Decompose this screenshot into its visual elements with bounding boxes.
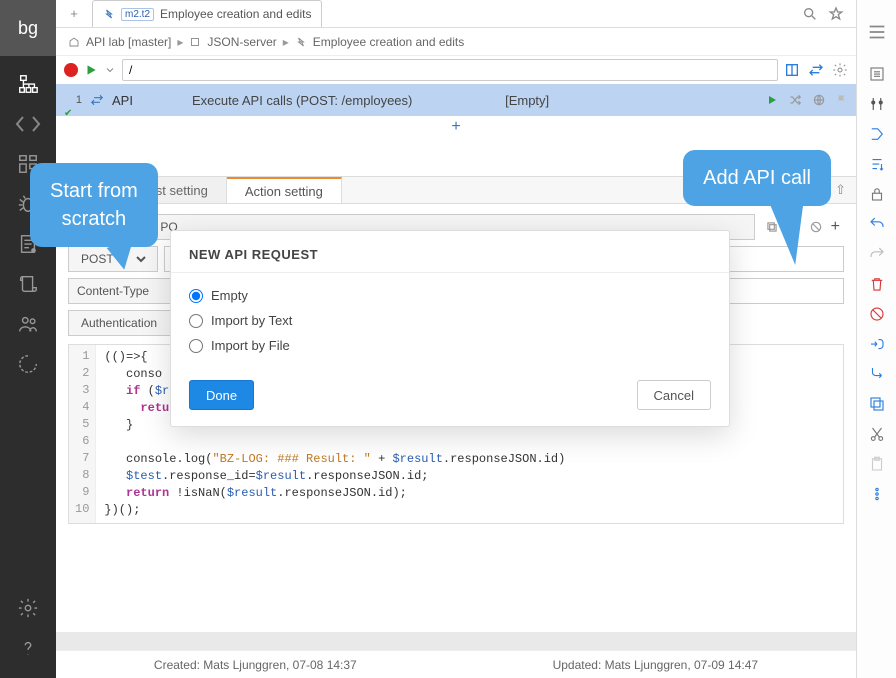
- step-globe-icon[interactable]: [812, 93, 826, 107]
- scroll-icon[interactable]: [0, 264, 56, 304]
- step-number: 1✔: [64, 94, 82, 106]
- bottom-bar: [56, 632, 856, 650]
- line-gutter: 12345678910: [69, 345, 96, 523]
- swap-small-icon: [90, 93, 104, 107]
- crumb-3[interactable]: Employee creation and edits: [313, 35, 464, 49]
- add-step-button[interactable]: +: [56, 116, 856, 138]
- redo-icon[interactable]: [857, 242, 896, 266]
- new-api-request-modal: NEW API REQUEST Empty Import by Text Imp…: [170, 230, 730, 427]
- step-shuffle-icon[interactable]: [788, 93, 802, 107]
- right-sidebar: [856, 0, 896, 678]
- step-play-icon[interactable]: [766, 94, 778, 106]
- step-description: Execute API calls (POST: /employees): [192, 93, 505, 108]
- gear-icon[interactable]: [832, 62, 848, 78]
- flow-right-icon[interactable]: [857, 332, 896, 356]
- step-type: API: [112, 93, 192, 108]
- play-options[interactable]: [104, 64, 116, 76]
- created-label: Created: Mats Ljunggren, 07-08 14:37: [154, 658, 357, 672]
- tab-action-setting[interactable]: Action setting: [227, 177, 342, 203]
- nav-back-forward[interactable]: [0, 104, 56, 144]
- sort-icon[interactable]: [857, 152, 896, 176]
- step-value: [Empty]: [505, 93, 766, 108]
- updated-label: Updated: Mats Ljunggren, 07-09 14:47: [553, 658, 758, 672]
- swap-icon[interactable]: [808, 62, 824, 78]
- footer: Created: Mats Ljunggren, 07-08 14:37 Upd…: [56, 650, 856, 678]
- layout-icon[interactable]: [784, 62, 800, 78]
- help-icon[interactable]: [0, 628, 56, 668]
- done-button[interactable]: Done: [189, 380, 254, 410]
- app-logo[interactable]: bg: [0, 0, 56, 56]
- option-import-file[interactable]: Import by File: [189, 333, 711, 358]
- copy-icon[interactable]: [857, 392, 896, 416]
- undo-icon[interactable]: [857, 212, 896, 236]
- flow-down-icon[interactable]: [857, 362, 896, 386]
- callout-start-scratch: Start fromscratch: [30, 163, 158, 247]
- new-tab-button[interactable]: +: [62, 0, 86, 27]
- callout-add-api: Add API call: [683, 150, 831, 206]
- step-flag-icon[interactable]: [836, 93, 848, 107]
- breadcrumb: API lab [master] ▸ JSON-server ▸ Employe…: [56, 28, 856, 56]
- star-icon[interactable]: [828, 6, 844, 22]
- path-input[interactable]: [122, 59, 778, 81]
- sitemap-icon[interactable]: [0, 64, 56, 104]
- record-button[interactable]: [64, 63, 78, 77]
- tab-employee-creation[interactable]: m2.t2 Employee creation and edits: [92, 0, 322, 27]
- menu-icon[interactable]: [857, 8, 896, 56]
- tab-bar: + m2.t2 Employee creation and edits: [56, 0, 856, 28]
- test-step-row[interactable]: 1✔ API Execute API calls (POST: /employe…: [56, 84, 856, 116]
- branch-icon[interactable]: [857, 122, 896, 146]
- trash-icon[interactable]: [857, 272, 896, 296]
- search-icon[interactable]: [802, 6, 818, 22]
- cut-icon[interactable]: [857, 422, 896, 446]
- tab-badge: m2.t2: [121, 8, 154, 21]
- add-request-icon[interactable]: +: [831, 218, 840, 236]
- users-icon[interactable]: [0, 304, 56, 344]
- cancel-button[interactable]: Cancel: [637, 380, 711, 410]
- crumb-1[interactable]: API lab [master]: [86, 35, 171, 49]
- more-icon[interactable]: [857, 482, 896, 506]
- option-empty[interactable]: Empty: [189, 283, 711, 308]
- modal-title: NEW API REQUEST: [171, 231, 729, 272]
- run-bar: [56, 56, 856, 84]
- play-button[interactable]: [84, 63, 98, 77]
- left-sidebar: bg: [0, 0, 56, 678]
- settings-icon[interactable]: [0, 588, 56, 628]
- list-icon[interactable]: [857, 62, 896, 86]
- tab-label: Employee creation and edits: [160, 7, 311, 21]
- option-import-text[interactable]: Import by Text: [189, 308, 711, 333]
- lock-icon[interactable]: [857, 182, 896, 206]
- sliders-icon[interactable]: [857, 92, 896, 116]
- disable-icon[interactable]: [857, 302, 896, 326]
- crumb-2[interactable]: JSON-server: [207, 35, 276, 49]
- paste-icon[interactable]: [857, 452, 896, 476]
- progress-icon[interactable]: [0, 344, 56, 384]
